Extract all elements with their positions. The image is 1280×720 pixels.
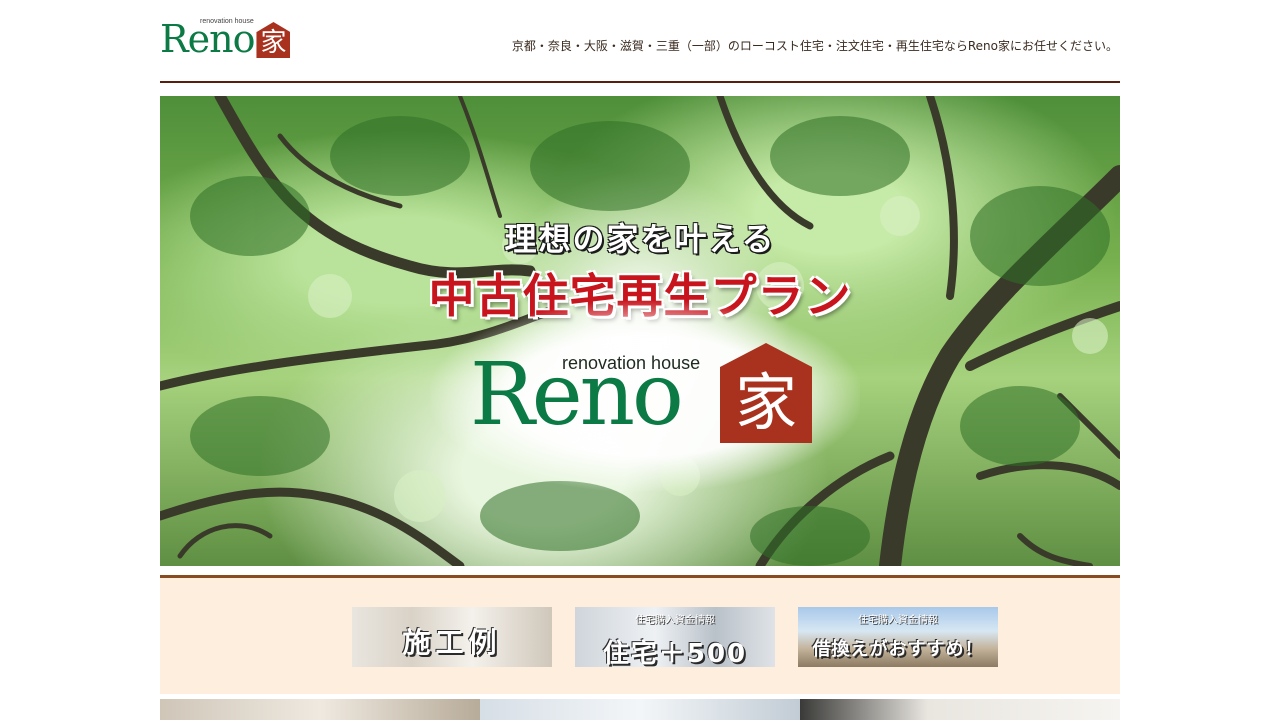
site-header: renovation house Reno 家 京都・奈良・大阪・滋賀・三重（一… [160,0,1120,84]
interior-photo[interactable] [160,699,480,720]
header-tagline: 京都・奈良・大阪・滋賀・三重（一部）のローコスト住宅・注文住宅・再生住宅ならRe… [511,39,1118,53]
banner-sublabel: 住宅購入資金情報 [858,615,938,626]
banner-sublabel: 住宅購入資金情報 [635,615,715,626]
logo-word: Reno [160,17,255,61]
photo-strip [160,699,1120,720]
logo-tagline: renovation house [200,18,254,25]
banner-strip: 施工例 住宅購入資金情報 住宅＋500 住宅購入資金情報 借換えがおすすめ！ [160,578,1120,694]
banner-label: 借換えがおすすめ！ [812,639,984,660]
hero-logo-kanji: 家 [734,366,797,439]
hero-subheading: 理想の家を叶える [504,220,776,258]
banner-label: 施工例 [402,626,502,659]
site-logo[interactable]: renovation house Reno 家 [160,17,291,61]
exterior-photo[interactable] [480,699,800,720]
construction-examples-banner[interactable]: 施工例 [352,607,552,667]
house-icon: 家 [256,22,291,58]
housing-funds-banner[interactable]: 住宅購入資金情報 住宅＋500 [575,607,775,667]
refinance-banner[interactable]: 住宅購入資金情報 借換えがおすすめ！ [798,607,998,667]
hero-banner: 理想の家を叶える 中古住宅再生プラン Reno renovation house… [160,96,1120,566]
hero-logo-tagline: renovation house [562,353,701,373]
logo-kanji: 家 [260,28,287,58]
room-photo[interactable] [800,699,1120,720]
hero-logo: Reno renovation house 家 [430,301,860,491]
header-divider [160,81,1120,83]
banner-label: 住宅＋500 [602,639,748,667]
